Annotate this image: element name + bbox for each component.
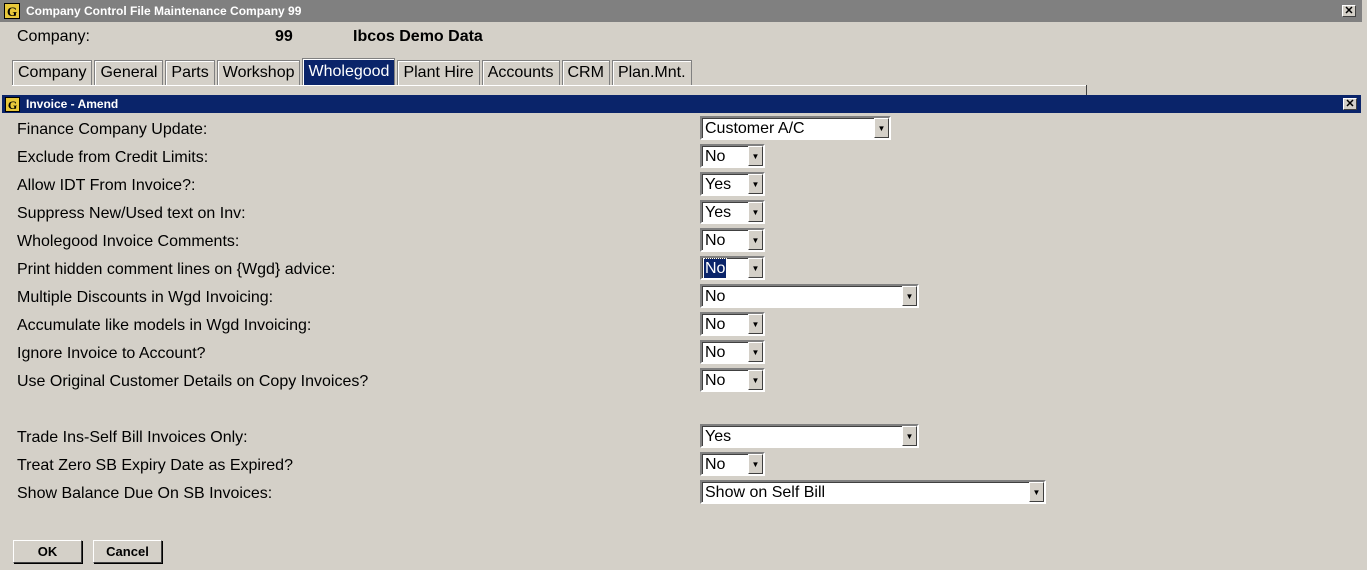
- tab-general[interactable]: General: [94, 60, 164, 85]
- app-logo-icon: G: [4, 3, 20, 19]
- outer-window-titlebar: G Company Control File Maintenance Compa…: [0, 0, 1362, 22]
- zero-sb-expiry-select[interactable]: No ▼: [700, 452, 765, 476]
- field-label-original-customer-details: Use Original Customer Details on Copy In…: [17, 373, 369, 390]
- outer-window-title: Company Control File Maintenance Company…: [26, 4, 302, 18]
- tab-panel-divider: [1086, 85, 1087, 95]
- tab-panel-border: [12, 85, 1087, 86]
- tab-wholegood[interactable]: Wholegood: [302, 58, 396, 85]
- chevron-down-icon[interactable]: ▼: [748, 314, 763, 334]
- chevron-down-icon[interactable]: ▼: [748, 454, 763, 474]
- ok-button[interactable]: OK: [13, 540, 82, 563]
- field-label-show-balance-due: Show Balance Due On SB Invoices:: [17, 485, 273, 502]
- tab-workshop[interactable]: Workshop: [216, 60, 301, 85]
- chevron-down-icon[interactable]: ▼: [748, 258, 763, 278]
- multiple-discounts-select[interactable]: No ▼: [700, 284, 919, 308]
- chevron-down-icon[interactable]: ▼: [748, 202, 763, 222]
- field-label-ignore-invoice-account: Ignore Invoice to Account?: [17, 345, 206, 362]
- accumulate-models-select[interactable]: No ▼: [700, 312, 765, 336]
- chevron-down-icon[interactable]: ▼: [902, 286, 917, 306]
- dialog-close-button[interactable]: ✕: [1343, 98, 1357, 110]
- chevron-down-icon[interactable]: ▼: [1029, 482, 1044, 502]
- chevron-down-icon[interactable]: ▼: [748, 146, 763, 166]
- chevron-down-icon[interactable]: ▼: [748, 230, 763, 250]
- close-icon: ✕: [1345, 98, 1355, 110]
- dialog-titlebar: G Invoice - Amend ✕: [2, 95, 1361, 113]
- tab-parts[interactable]: Parts: [165, 60, 215, 85]
- allow-idt-select[interactable]: Yes ▼: [700, 172, 765, 196]
- dialog-title: Invoice - Amend: [26, 97, 119, 111]
- field-label-multiple-discounts: Multiple Discounts in Wgd Invoicing:: [17, 289, 274, 306]
- field-label-wholegood-invoice-comments: Wholegood Invoice Comments:: [17, 233, 240, 250]
- print-hidden-comments-select[interactable]: No ▼: [700, 256, 765, 280]
- ignore-invoice-account-select[interactable]: No ▼: [700, 340, 765, 364]
- field-label-finance-company-update: Finance Company Update:: [17, 121, 208, 138]
- chevron-down-icon[interactable]: ▼: [748, 174, 763, 194]
- original-customer-details-select[interactable]: No ▼: [700, 368, 765, 392]
- tab-accounts[interactable]: Accounts: [481, 60, 560, 85]
- field-label-allow-idt: Allow IDT From Invoice?:: [17, 177, 196, 194]
- field-label-accumulate-models: Accumulate like models in Wgd Invoicing:: [17, 317, 312, 334]
- field-label-trade-ins-self-bill: Trade Ins-Self Bill Invoices Only:: [17, 429, 248, 446]
- suppress-new-used-select[interactable]: Yes ▼: [700, 200, 765, 224]
- outer-close-button[interactable]: ✕: [1342, 5, 1356, 17]
- field-label-zero-sb-expiry: Treat Zero SB Expiry Date as Expired?: [17, 457, 293, 474]
- field-label-print-hidden-comments: Print hidden comment lines on {Wgd} advi…: [17, 261, 336, 278]
- tab-bar: Company General Parts Workshop Wholegood…: [12, 58, 694, 85]
- chevron-down-icon[interactable]: ▼: [902, 426, 917, 446]
- cancel-button[interactable]: Cancel: [93, 540, 162, 563]
- chevron-down-icon[interactable]: ▼: [748, 342, 763, 362]
- company-number: 99: [275, 28, 293, 45]
- tab-plant-hire[interactable]: Plant Hire: [397, 60, 480, 85]
- tab-company[interactable]: Company: [12, 60, 93, 85]
- company-label: Company:: [17, 28, 90, 45]
- dialog-logo-icon: G: [5, 96, 20, 112]
- wholegood-invoice-comments-select[interactable]: No ▼: [700, 228, 765, 252]
- show-balance-due-select[interactable]: Show on Self Bill ▼: [700, 480, 1046, 504]
- trade-ins-self-bill-select[interactable]: Yes ▼: [700, 424, 919, 448]
- tab-crm[interactable]: CRM: [561, 60, 610, 85]
- chevron-down-icon[interactable]: ▼: [874, 118, 889, 138]
- field-label-suppress-new-used: Suppress New/Used text on Inv:: [17, 205, 246, 222]
- tab-plan-mnt[interactable]: Plan.Mnt.: [611, 60, 692, 85]
- finance-company-update-select[interactable]: Customer A/C ▼: [700, 116, 891, 140]
- chevron-down-icon[interactable]: ▼: [748, 370, 763, 390]
- close-icon: ✕: [1344, 5, 1354, 17]
- exclude-credit-limits-select[interactable]: No ▼: [700, 144, 765, 168]
- field-label-exclude-credit-limits: Exclude from Credit Limits:: [17, 149, 209, 166]
- company-name: Ibcos Demo Data: [353, 28, 483, 45]
